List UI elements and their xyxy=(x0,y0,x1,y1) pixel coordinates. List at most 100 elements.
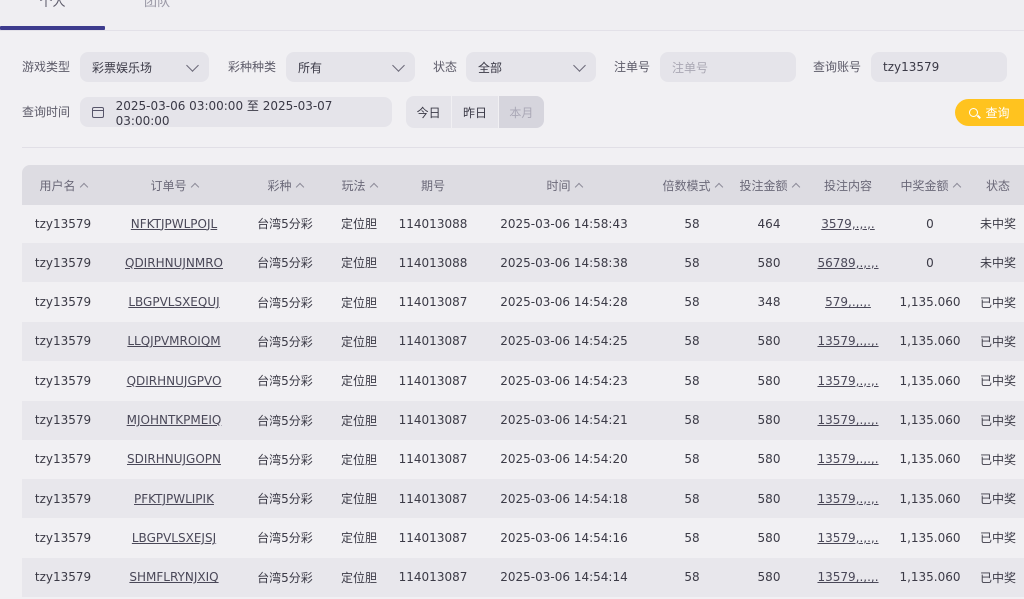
cell-status: 已中奖 xyxy=(979,295,1016,310)
cell-content-link[interactable]: 13579,.,.,. xyxy=(808,518,888,557)
quick-date-group: 今日 昨日 本月 xyxy=(406,96,544,128)
cell-user: tzy13579 xyxy=(34,334,92,349)
tab-personal[interactable]: 个人 xyxy=(0,0,105,14)
cell-lottery: 台湾5分彩 xyxy=(257,452,313,467)
col-header-prize[interactable]: 中奖金额 xyxy=(888,165,972,205)
status-value: 全部 xyxy=(478,60,503,75)
cell-period: 114013087 xyxy=(398,491,468,506)
col-header-lottery[interactable]: 彩种 xyxy=(244,165,326,205)
lottery-type-value: 所有 xyxy=(298,60,323,75)
cell-lottery: 台湾5分彩 xyxy=(257,413,313,428)
cell-order-link[interactable]: QDIRHNUJGPVO xyxy=(104,361,244,400)
cell-content-link[interactable]: 579,.,.,. xyxy=(808,283,888,322)
cell-order-link[interactable]: LBGPVLSXEQUJ xyxy=(104,283,244,322)
cell-order-link[interactable]: PFKTJPWLIPIK xyxy=(104,479,244,518)
cell-order-link[interactable]: LBGPVLSXEJSJ xyxy=(104,518,244,557)
quick-yesterday-button[interactable]: 昨日 xyxy=(452,96,499,128)
col-header-multiple[interactable]: 倍数模式 xyxy=(654,165,730,205)
game-type-select[interactable]: 彩票娱乐场 xyxy=(80,52,209,82)
cell-status: 已中奖 xyxy=(979,374,1016,389)
table-row: tzy13579 QDIRHNUJNMRO 台湾5分彩 定位胆 114013088 202… xyxy=(22,243,1024,283)
cell-order-link[interactable]: QDIRHNUJNMRO xyxy=(104,243,244,282)
cell-user: tzy13579 xyxy=(34,491,92,506)
cell-period: 114013088 xyxy=(398,216,468,231)
cell-content-link[interactable]: 13579,.,.,. xyxy=(808,440,888,479)
cell-order-link[interactable]: MJOHNTKPMEIQ xyxy=(104,401,244,440)
tab-bar: 个人 团队 xyxy=(0,0,1024,30)
cell-amount: 464 xyxy=(757,216,781,231)
cell-period: 114013087 xyxy=(398,413,468,427)
cell-content-link[interactable]: 13579,.,.,. xyxy=(808,322,888,361)
table-row: tzy13579 SDIRHNUJGOPN 台湾5分彩 定位胆 114013087 202… xyxy=(22,440,1024,479)
cell-content-link[interactable]: 3579,.,.,. xyxy=(808,204,888,243)
order-no-input[interactable]: 注单号 xyxy=(660,52,796,82)
quick-today-button[interactable]: 今日 xyxy=(406,96,453,128)
game-type-label: 游戏类型 xyxy=(22,60,71,74)
cell-content-link[interactable]: 13579,.,.,. xyxy=(808,558,888,597)
cell-content-link[interactable]: 13579,.,.,. xyxy=(808,479,888,518)
sort-icon xyxy=(714,182,723,192)
cell-amount: 580 xyxy=(757,334,781,349)
col-header-amount[interactable]: 投注金额 xyxy=(730,165,808,205)
cell-prize: 1,135.060 xyxy=(899,570,961,585)
cell-user: tzy13579 xyxy=(34,530,92,545)
col-header-user[interactable]: 用户名 xyxy=(22,165,104,205)
cell-user: tzy13579 xyxy=(34,452,92,467)
cell-prize: 1,135.060 xyxy=(899,373,961,388)
table-row: tzy13579 QDIRHNUJGPVO 台湾5分彩 定位胆 114013087 202… xyxy=(22,361,1024,400)
cell-lottery: 台湾5分彩 xyxy=(257,570,313,585)
cell-lottery: 台湾5分彩 xyxy=(257,295,313,310)
cell-multiple: 58 xyxy=(684,452,700,467)
cell-time: 2025-03-06 14:58:38 xyxy=(500,255,628,270)
chevron-down-icon xyxy=(392,59,405,72)
order-no-placeholder: 注单号 xyxy=(672,60,709,75)
cell-play: 定位胆 xyxy=(340,217,377,231)
date-range-picker[interactable]: 2025-03-06 03:00:00 至 2025-03-07 03:00:0… xyxy=(80,97,392,128)
table-row: tzy13579 SHMFLRYNJXIQ 台湾5分彩 定位胆 114013087 202… xyxy=(22,557,1024,597)
col-header-period: 期号 xyxy=(420,178,445,193)
cell-play: 定位胆 xyxy=(340,374,377,389)
sort-icon xyxy=(190,182,199,192)
cell-multiple: 58 xyxy=(684,295,700,310)
cell-period: 114013087 xyxy=(398,452,468,467)
cell-amount: 580 xyxy=(757,491,781,506)
query-button[interactable]: 查询 xyxy=(955,99,1024,126)
cell-user: tzy13579 xyxy=(34,373,92,388)
cell-time: 2025-03-06 14:54:28 xyxy=(500,295,628,310)
cell-time: 2025-03-06 14:54:20 xyxy=(500,452,628,467)
cell-time: 2025-03-06 14:54:14 xyxy=(500,570,628,585)
cell-content-link[interactable]: 56789,.,.,. xyxy=(808,243,888,282)
cell-multiple: 58 xyxy=(684,255,700,270)
cell-user: tzy13579 xyxy=(34,413,92,427)
table-header: 用户名 订单号 彩种 玩法 期号 时间 倍数模式 投注金额 投注内容 中奖金额 … xyxy=(22,165,1024,205)
cell-period: 114013087 xyxy=(398,334,468,349)
tab-divider xyxy=(0,30,1024,31)
table-row: tzy13579 PFKTJPWLIPIK 台湾5分彩 定位胆 114013087 202… xyxy=(22,479,1024,519)
cell-user: tzy13579 xyxy=(34,216,92,231)
col-header-time[interactable]: 时间 xyxy=(474,165,654,205)
lottery-type-select[interactable]: 所有 xyxy=(286,52,415,82)
status-label: 状态 xyxy=(433,60,458,74)
lottery-type-label: 彩种种类 xyxy=(228,60,277,74)
account-input[interactable]: tzy13579 xyxy=(871,52,1007,82)
col-header-play[interactable]: 玩法 xyxy=(326,165,392,205)
quick-month-button[interactable]: 本月 xyxy=(498,96,544,128)
cell-period: 114013087 xyxy=(398,570,468,585)
cell-multiple: 58 xyxy=(684,334,700,349)
tab-team[interactable]: 团队 xyxy=(122,0,192,14)
cell-order-link[interactable]: SHMFLRYNJXIQ xyxy=(104,558,244,597)
section-divider xyxy=(22,147,1024,148)
col-header-content: 投注内容 xyxy=(823,178,872,193)
cell-order-link[interactable]: LLQJPVMROIQM xyxy=(104,322,244,361)
cell-order-link[interactable]: SDIRHNUJGOPN xyxy=(104,440,244,479)
col-header-order[interactable]: 订单号 xyxy=(104,165,244,205)
cell-lottery: 台湾5分彩 xyxy=(257,374,313,389)
cell-user: tzy13579 xyxy=(34,570,92,585)
status-select[interactable]: 全部 xyxy=(466,52,596,82)
cell-amount: 580 xyxy=(757,570,781,585)
chevron-down-icon xyxy=(573,59,586,72)
cell-order-link[interactable]: NFKTJPWLPOJL xyxy=(104,204,244,243)
cell-content-link[interactable]: 13579,.,.,. xyxy=(808,361,888,400)
cell-content-link[interactable]: 13579,.,.,. xyxy=(808,401,888,440)
cell-play: 定位胆 xyxy=(340,295,377,310)
